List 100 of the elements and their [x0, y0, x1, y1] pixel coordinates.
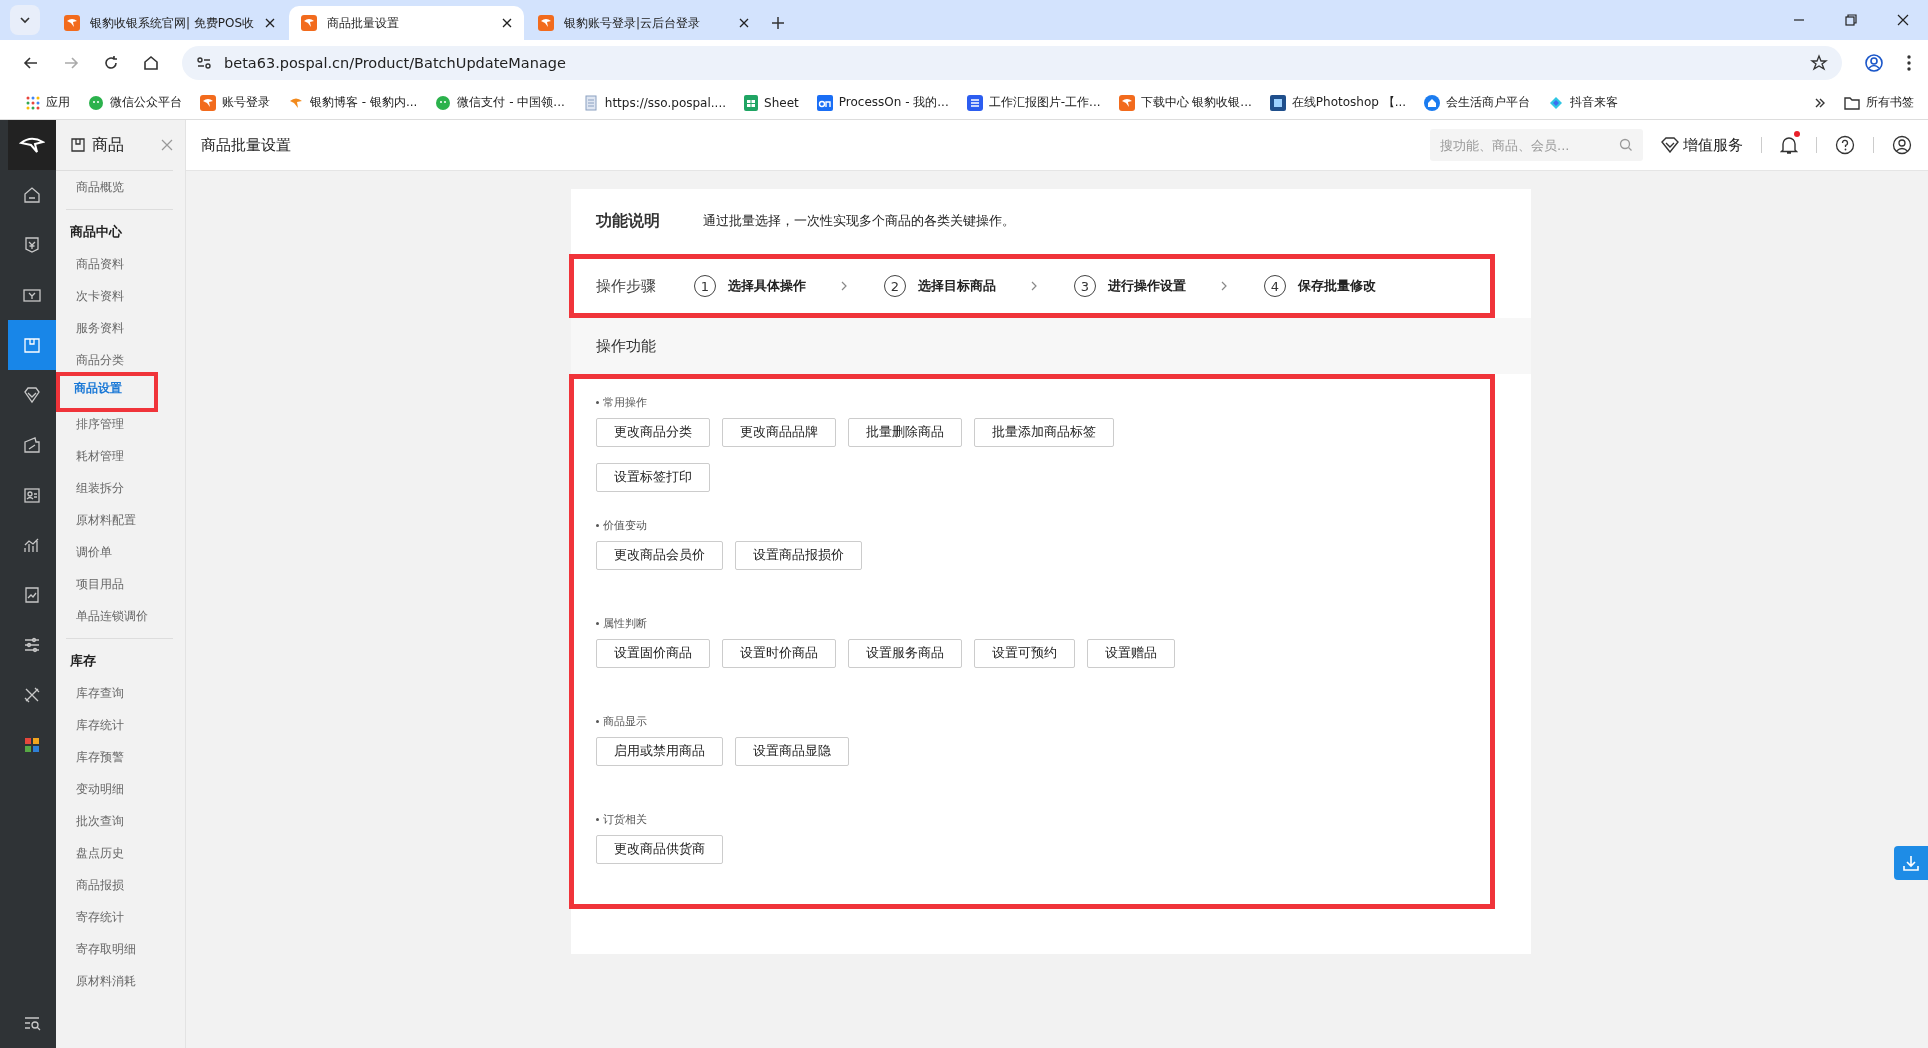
sidebar-item[interactable]: 单品连锁调价 [56, 600, 174, 632]
step-label: 选择具体操作 [728, 277, 806, 295]
close-icon[interactable] [502, 18, 512, 28]
bookmark[interactable]: 下载中心 银豹收银... [1118, 94, 1252, 111]
profile-icon[interactable] [1864, 53, 1884, 73]
group-title: 价值变动 [603, 518, 647, 533]
value-added-services-link[interactable]: 增值服务 [1661, 135, 1743, 155]
download-button[interactable] [1894, 846, 1928, 880]
notification-bell-icon[interactable] [1780, 135, 1798, 155]
sidebar-item[interactable]: 组装拆分 [56, 472, 174, 504]
leopard-logo-icon [301, 15, 317, 31]
sidebar-item[interactable]: 项目用品 [56, 568, 174, 600]
step-label: 进行操作设置 [1108, 277, 1186, 295]
action-button[interactable]: 设置商品显隐 [735, 737, 849, 766]
more-icon[interactable] [1906, 54, 1912, 72]
action-button[interactable]: 设置标签打印 [596, 463, 710, 492]
bookmark[interactable]: 会生活商户平台 [1424, 94, 1531, 111]
group-title: 订货相关 [603, 812, 647, 827]
bookmark[interactable]: ProcessOn - 我的... [816, 94, 949, 111]
sidebar-item[interactable]: 库存预警 [56, 741, 174, 773]
action-button[interactable]: 启用或禁用商品 [596, 737, 723, 766]
sidebar-item[interactable]: 批次查询 [56, 805, 174, 837]
bullet-icon [596, 524, 599, 527]
sidebar-title: 商品 [92, 134, 124, 156]
sidebar-item[interactable]: 原材料配置 [56, 504, 174, 536]
sidebar-item[interactable]: 商品设置 [56, 372, 158, 412]
sidebar-item[interactable]: 库存查询 [56, 677, 174, 709]
sidebar-item[interactable]: 寄存取明细 [56, 933, 174, 965]
bookmark[interactable]: 抖音来客 [1548, 94, 1619, 111]
action-button[interactable]: 批量添加商品标签 [974, 418, 1114, 447]
sidebar-item[interactable]: 库存统计 [56, 709, 174, 741]
home-icon[interactable] [142, 54, 160, 72]
sidebar-item[interactable]: 盘点历史 [56, 837, 174, 869]
action-button[interactable]: 更改商品品牌 [722, 418, 836, 447]
bookmark[interactable]: 微信公众平台 [88, 94, 182, 111]
sidebar-item[interactable]: 服务资料 [56, 312, 174, 344]
section-title: 功能说明 [596, 211, 660, 232]
sidebar-item[interactable]: 商品报损 [56, 869, 174, 901]
action-button[interactable]: 批量删除商品 [848, 418, 962, 447]
bookmark[interactable]: Sheet [744, 94, 799, 111]
star-icon[interactable] [1810, 54, 1828, 72]
sidebar-group-title: 商品中心 [69, 223, 123, 241]
search-field[interactable]: 搜功能、商品、会员... [1430, 129, 1643, 161]
bookmark[interactable]: 微信支付 - 中国领... [435, 94, 565, 111]
sidebar-item[interactable]: 耗材管理 [56, 440, 174, 472]
step-label: 保存批量修改 [1298, 277, 1376, 295]
page-title: 商品批量设置 [201, 135, 291, 155]
leopard-logo-icon [64, 15, 80, 31]
close-icon[interactable] [1896, 13, 1910, 27]
steps-title: 操作步骤 [596, 276, 656, 296]
section-title: 操作功能 [596, 336, 656, 356]
bullet-icon [596, 622, 599, 625]
sidebar-item[interactable]: 商品概览 [56, 171, 174, 203]
action-button[interactable]: 设置服务商品 [848, 639, 962, 668]
action-button[interactable]: 更改商品分类 [596, 418, 710, 447]
leopard-logo-icon[interactable] [8, 120, 56, 170]
action-button[interactable]: 设置固价商品 [596, 639, 710, 668]
site-settings-icon[interactable] [196, 55, 212, 71]
bookmark[interactable]: 账号登录 [200, 94, 270, 111]
download-icon [1902, 854, 1920, 872]
search-icon[interactable] [1619, 138, 1633, 152]
action-button[interactable]: 设置可预约 [974, 639, 1075, 668]
diamond-icon [1661, 137, 1679, 153]
restore-icon[interactable] [1844, 13, 1858, 27]
sidebar-item[interactable]: 商品资料 [56, 248, 174, 280]
close-icon[interactable] [265, 18, 275, 28]
chevron-right-icon [1030, 281, 1038, 291]
bookmark[interactable]: 应用 [26, 94, 70, 111]
bookmark[interactable]: 工作汇报图片-工作... [966, 94, 1101, 111]
help-icon[interactable] [1835, 135, 1855, 155]
action-button[interactable]: 设置赠品 [1087, 639, 1175, 668]
chevron-down-icon [19, 14, 31, 26]
action-button[interactable]: 设置商品报损价 [735, 541, 862, 570]
tab-list-button[interactable] [10, 5, 40, 35]
sidebar-item[interactable]: 调价单 [56, 536, 174, 568]
sidebar-item[interactable]: 寄存统计 [56, 901, 174, 933]
leopard-logo-icon [200, 94, 216, 111]
sidebar-item[interactable]: 原材料消耗 [56, 965, 174, 997]
all-bookmarks-folder[interactable]: 所有书签 [1844, 94, 1914, 111]
bookmark[interactable]: https://sso.pospal.... [582, 94, 727, 111]
box-icon[interactable] [8, 320, 56, 370]
browser-tab[interactable]: 银豹账号登录|云后台登录 [526, 6, 761, 40]
sidebar-item[interactable]: 变动明细 [56, 773, 174, 805]
sidebar-item[interactable]: 次卡资料 [56, 280, 174, 312]
action-button[interactable]: 设置时价商品 [722, 639, 836, 668]
action-button[interactable]: 更改商品供货商 [596, 835, 723, 864]
action-button[interactable]: 更改商品会员价 [596, 541, 723, 570]
reload-icon[interactable] [102, 54, 120, 72]
browser-tab[interactable]: 商品批量设置 [289, 6, 524, 40]
close-icon[interactable] [739, 18, 749, 28]
bullet-icon [596, 720, 599, 723]
house-icon [1424, 94, 1441, 111]
browser-tab[interactable]: 银豹收银系统官网| 免费POS收 [52, 6, 287, 40]
spreadsheet-icon [744, 94, 759, 111]
address-bar[interactable]: beta63.pospal.cn/Product/BatchUpdateManage [182, 46, 1842, 80]
user-icon[interactable] [1892, 135, 1912, 155]
bookmark[interactable]: 银豹博客 - 银豹内... [288, 94, 418, 111]
new-tab-icon[interactable] [771, 16, 785, 30]
bookmark[interactable]: 在线Photoshop 【... [1269, 94, 1407, 111]
more-bookmarks-icon[interactable] [1814, 96, 1826, 109]
